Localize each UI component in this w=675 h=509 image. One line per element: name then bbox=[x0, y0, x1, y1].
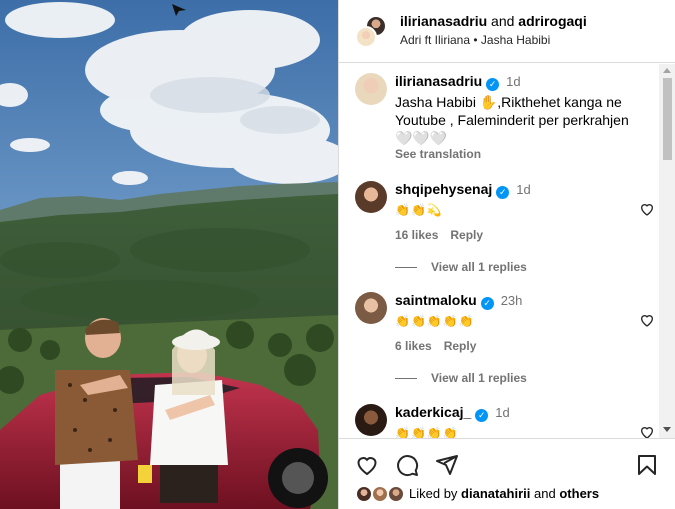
send-icon[interactable] bbox=[435, 453, 459, 477]
comments-list[interactable]: ilirianasadriu ✓ 1d Jasha Habibi ✋,Riktheh… bbox=[339, 64, 659, 438]
heart-icon[interactable] bbox=[355, 453, 379, 477]
comment-username[interactable]: saintmaloku bbox=[395, 292, 477, 308]
liked-others-link[interactable]: others bbox=[559, 486, 599, 501]
avatar[interactable] bbox=[355, 404, 387, 436]
avatar[interactable] bbox=[355, 73, 387, 105]
scrollbar-thumb[interactable] bbox=[663, 78, 672, 160]
post-header: ilirianasadriu and adrirogaqi Adri ft Il… bbox=[339, 0, 675, 63]
comment-time[interactable]: 23h bbox=[501, 293, 523, 308]
verified-icon: ✓ bbox=[496, 186, 510, 199]
audio-subtitle[interactable]: Adri ft Iliriana • Jasha Habibi bbox=[400, 33, 550, 47]
caption-text: Jasha Habibi ✋,Rikthehet kanga ne Youtub… bbox=[395, 94, 629, 146]
scroll-down-arrow-icon[interactable] bbox=[663, 427, 671, 432]
cursor-icon bbox=[172, 4, 186, 16]
like-count[interactable]: 16 likes bbox=[395, 228, 438, 242]
heart-icon[interactable] bbox=[639, 201, 655, 217]
avatar[interactable] bbox=[355, 26, 377, 48]
heart-icon[interactable] bbox=[639, 424, 655, 438]
post-authors: ilirianasadriu and adrirogaqi bbox=[400, 13, 587, 29]
liked-by-prefix: Liked by bbox=[409, 486, 458, 501]
avatar[interactable] bbox=[355, 181, 387, 213]
comment-time[interactable]: 1d bbox=[516, 182, 530, 197]
avatar[interactable] bbox=[387, 485, 405, 503]
comment-text: 👏👏👏👏 bbox=[395, 426, 459, 438]
reply-button[interactable]: Reply bbox=[450, 228, 483, 242]
view-replies-button[interactable]: View all 1 replies bbox=[395, 371, 527, 385]
comment-text: 👏👏👏👏👏 bbox=[395, 314, 475, 328]
comments-scrollbar[interactable] bbox=[659, 64, 675, 438]
verified-icon: ✓ bbox=[486, 78, 500, 91]
bookmark-icon[interactable] bbox=[635, 453, 659, 477]
comment-username[interactable]: shqipehysenaj bbox=[395, 181, 492, 197]
liked-user-link[interactable]: dianatahirii bbox=[461, 486, 530, 501]
author-link[interactable]: ilirianasadriu bbox=[400, 13, 487, 29]
view-replies-button[interactable]: View all 1 replies bbox=[395, 260, 527, 274]
divider bbox=[395, 267, 417, 269]
post-image[interactable] bbox=[0, 0, 338, 509]
verified-icon: ✓ bbox=[475, 409, 489, 422]
comment-icon[interactable] bbox=[395, 453, 419, 477]
post-details-panel: ilirianasadriu and adrirogaqi Adri ft Il… bbox=[338, 0, 675, 509]
avatar[interactable] bbox=[355, 292, 387, 324]
comment-time[interactable]: 1d bbox=[506, 74, 520, 89]
liked-and: and bbox=[534, 486, 556, 501]
author-link[interactable]: adrirogaqi bbox=[518, 13, 586, 29]
and-text: and bbox=[491, 13, 515, 29]
see-translation-link[interactable]: See translation bbox=[395, 147, 481, 161]
like-count[interactable]: 6 likes bbox=[395, 339, 432, 353]
comment-text: 👏👏💫 bbox=[395, 203, 443, 217]
post-photo bbox=[0, 0, 338, 509]
author-avatars[interactable] bbox=[355, 15, 389, 49]
verified-icon: ✓ bbox=[480, 297, 494, 310]
reply-button[interactable]: Reply bbox=[444, 339, 477, 353]
comment-username[interactable]: kaderkicaj_ bbox=[395, 404, 471, 420]
heart-icon[interactable] bbox=[639, 312, 655, 328]
liked-by-text: Liked by dianatahirii and others bbox=[409, 486, 599, 501]
view-replies-label: View all 1 replies bbox=[431, 371, 527, 385]
view-replies-label: View all 1 replies bbox=[431, 260, 527, 274]
divider bbox=[395, 378, 417, 380]
comment-username[interactable]: ilirianasadriu bbox=[395, 73, 482, 89]
comment-time[interactable]: 1d bbox=[495, 405, 509, 420]
scroll-up-arrow-icon[interactable] bbox=[663, 68, 671, 73]
